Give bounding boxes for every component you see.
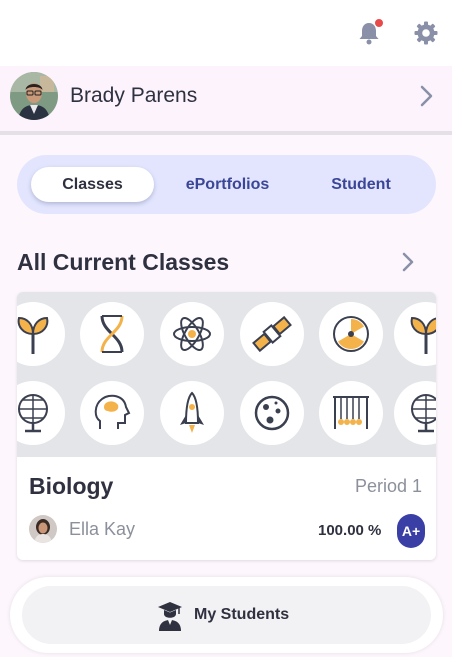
profile-name: Brady Parens xyxy=(70,84,198,107)
plant-icon xyxy=(17,302,65,366)
rocket-icon xyxy=(160,381,224,445)
plant-icon xyxy=(394,302,436,366)
notification-dot xyxy=(375,19,383,27)
class-period: Period 1 xyxy=(354,476,422,496)
bottom-bar: My Students xyxy=(10,577,443,653)
avatar xyxy=(10,72,58,120)
brain-icon xyxy=(80,381,144,445)
moon-icon xyxy=(240,381,304,445)
radiation-icon xyxy=(319,302,383,366)
graduate-icon xyxy=(158,602,182,631)
top-bar xyxy=(0,0,452,66)
satellite-icon xyxy=(240,302,304,366)
tab-student[interactable]: Student xyxy=(302,167,420,202)
my-students-button[interactable]: My Students xyxy=(22,586,431,644)
atom-icon xyxy=(160,302,224,366)
my-students-label: My Students xyxy=(194,606,290,623)
globe-icon xyxy=(17,381,65,445)
dna-icon xyxy=(80,302,144,366)
gear-icon[interactable] xyxy=(413,20,439,46)
newtons-cradle-icon xyxy=(319,381,383,445)
tab-eportfolios[interactable]: ePortfolios xyxy=(165,167,290,202)
teacher-name: Ella Kay xyxy=(69,519,136,539)
profile-row[interactable]: Brady Parens xyxy=(0,66,452,131)
grade-percent: 100.00 % xyxy=(318,522,382,539)
globe-icon xyxy=(394,381,436,445)
segmented-tabs: Classes ePortfolios Student xyxy=(17,155,436,214)
tab-classes[interactable]: Classes xyxy=(31,167,154,202)
grade-badge: A+ xyxy=(397,514,425,548)
chevron-right-icon[interactable] xyxy=(399,250,417,274)
class-card[interactable]: Biology Period 1 Ella Kay 100.00 % A+ xyxy=(17,292,436,560)
class-name: Biology xyxy=(29,473,114,499)
teacher-avatar xyxy=(29,515,57,543)
section-title: All Current Classes xyxy=(17,249,230,275)
chevron-right-icon[interactable] xyxy=(416,83,436,109)
divider xyxy=(0,131,452,135)
class-banner xyxy=(17,292,436,457)
